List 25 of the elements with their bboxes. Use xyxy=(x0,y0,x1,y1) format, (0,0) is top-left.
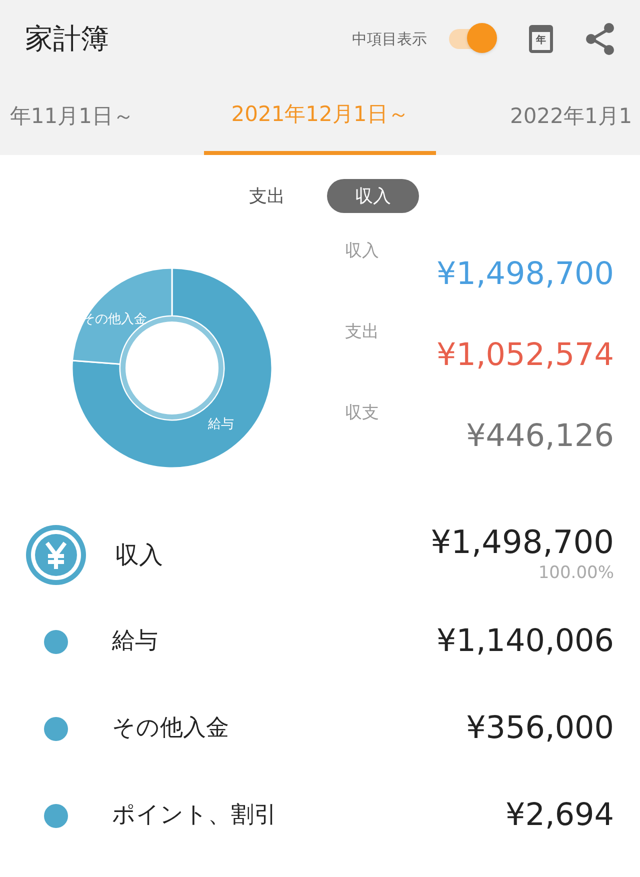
summary-label: 収支 xyxy=(345,402,379,425)
period-tab[interactable]: 年11月1日～ xyxy=(10,100,134,132)
item-amount: ¥356,000 xyxy=(466,709,614,748)
item-name: ポイント、割引 xyxy=(112,801,277,830)
summary-value: ¥446,126 xyxy=(466,417,614,453)
summary-label: 支出 xyxy=(345,321,379,344)
share-icon[interactable] xyxy=(585,23,615,55)
item-name: その他入金 xyxy=(112,714,229,744)
summary-value: ¥1,498,700 xyxy=(436,255,614,291)
type-tab[interactable]: 収入 xyxy=(327,179,419,213)
category-percent: 100.00% xyxy=(538,562,614,586)
type-tab[interactable]: 支出 xyxy=(221,179,313,213)
item-amount: ¥1,140,006 xyxy=(436,622,614,662)
item-name: 給与 xyxy=(112,627,158,656)
category-amount: ¥1,498,700 xyxy=(430,523,614,562)
toggle-label: 中項目表示 xyxy=(352,28,427,50)
summary-label: 収入 xyxy=(345,240,379,263)
item-amount: ¥2,694 xyxy=(506,796,614,836)
summary-value: ¥1,052,574 xyxy=(436,336,614,372)
calendar-icon[interactable]: 年 xyxy=(529,25,553,53)
slice-label: 給与 xyxy=(208,416,234,434)
category-name: 収入 xyxy=(115,540,163,571)
period-tab[interactable]: 2022年1月1 xyxy=(510,100,632,132)
app-title: 家計簿 xyxy=(25,21,109,57)
yen-coin-icon xyxy=(25,524,87,586)
